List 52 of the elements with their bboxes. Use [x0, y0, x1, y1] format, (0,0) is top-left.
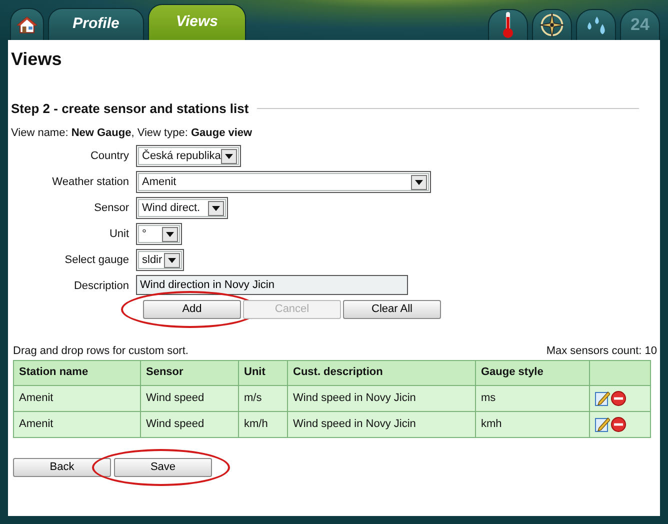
edit-icon[interactable]	[595, 416, 610, 432]
select-field[interactable]: Česká republika	[136, 145, 241, 167]
column-header: Unit	[238, 360, 288, 385]
field-label: Sensor	[93, 201, 130, 216]
form-button[interactable]: Add	[143, 300, 241, 319]
table-cell: kmh	[476, 411, 590, 437]
compass-icon	[539, 11, 565, 39]
table-cell: ms	[476, 385, 590, 411]
hint-text: Drag and drop rows for custom sort.	[13, 344, 188, 359]
table-cell: Amenit	[14, 385, 140, 411]
field-label: Select gauge	[64, 253, 130, 268]
delete-icon[interactable]	[611, 416, 626, 432]
input-field[interactable]: Wind direction in Novy Jicin	[136, 275, 408, 295]
edit-icon[interactable]	[595, 390, 610, 406]
select-field[interactable]: Wind direct.	[136, 197, 228, 219]
field-label: Unit	[108, 227, 130, 242]
field-label: Country	[89, 149, 130, 164]
select-field[interactable]: Amenit	[136, 171, 431, 193]
nav-tab[interactable]: Profile	[48, 8, 144, 40]
form-button[interactable]: Clear All	[343, 300, 441, 319]
water-drops-tab[interactable]	[576, 9, 616, 40]
delete-icon[interactable]	[611, 390, 626, 406]
form-button[interactable]: Back	[13, 458, 111, 476]
table-cell: Wind speed in Novy Jicin	[288, 385, 476, 411]
select-field[interactable]: sldir	[136, 249, 184, 271]
table-cell: Wind speed in Novy Jicin	[288, 411, 476, 437]
field-label: Weather station	[51, 175, 130, 190]
table-cell: Wind speed	[140, 385, 238, 411]
select-field[interactable]: °	[136, 223, 182, 245]
dropdown-arrow-icon	[168, 258, 176, 262]
table-cell: Amenit	[14, 411, 140, 437]
dropdown-arrow-icon	[225, 154, 233, 158]
dropdown-arrow-icon	[166, 232, 174, 236]
form-button[interactable]: Save	[114, 458, 212, 476]
table-cell: km/h	[238, 411, 288, 437]
count-text: Max sensors count: 10	[546, 344, 657, 359]
home-tab[interactable]	[10, 8, 44, 40]
column-header: Station name	[14, 360, 140, 385]
view-info-text: View name: New Gauge, View type: Gauge view	[11, 126, 254, 140]
dropdown-arrow-icon	[415, 180, 423, 184]
thermometer-tab[interactable]	[488, 9, 528, 40]
table-cell: Wind speed	[140, 411, 238, 437]
page-title: Views	[11, 48, 63, 71]
dropdown-arrow-icon	[212, 206, 220, 210]
column-header: Cust. description	[288, 360, 476, 385]
thermometer-icon	[501, 11, 515, 39]
column-header: Sensor	[140, 360, 238, 385]
table-cell: m/s	[238, 385, 288, 411]
compass-tab[interactable]	[532, 9, 572, 40]
field-label: Description	[72, 279, 130, 294]
column-header: Gauge style	[476, 360, 590, 385]
section-heading: Step 2 - create sensor and stations list	[11, 100, 249, 118]
